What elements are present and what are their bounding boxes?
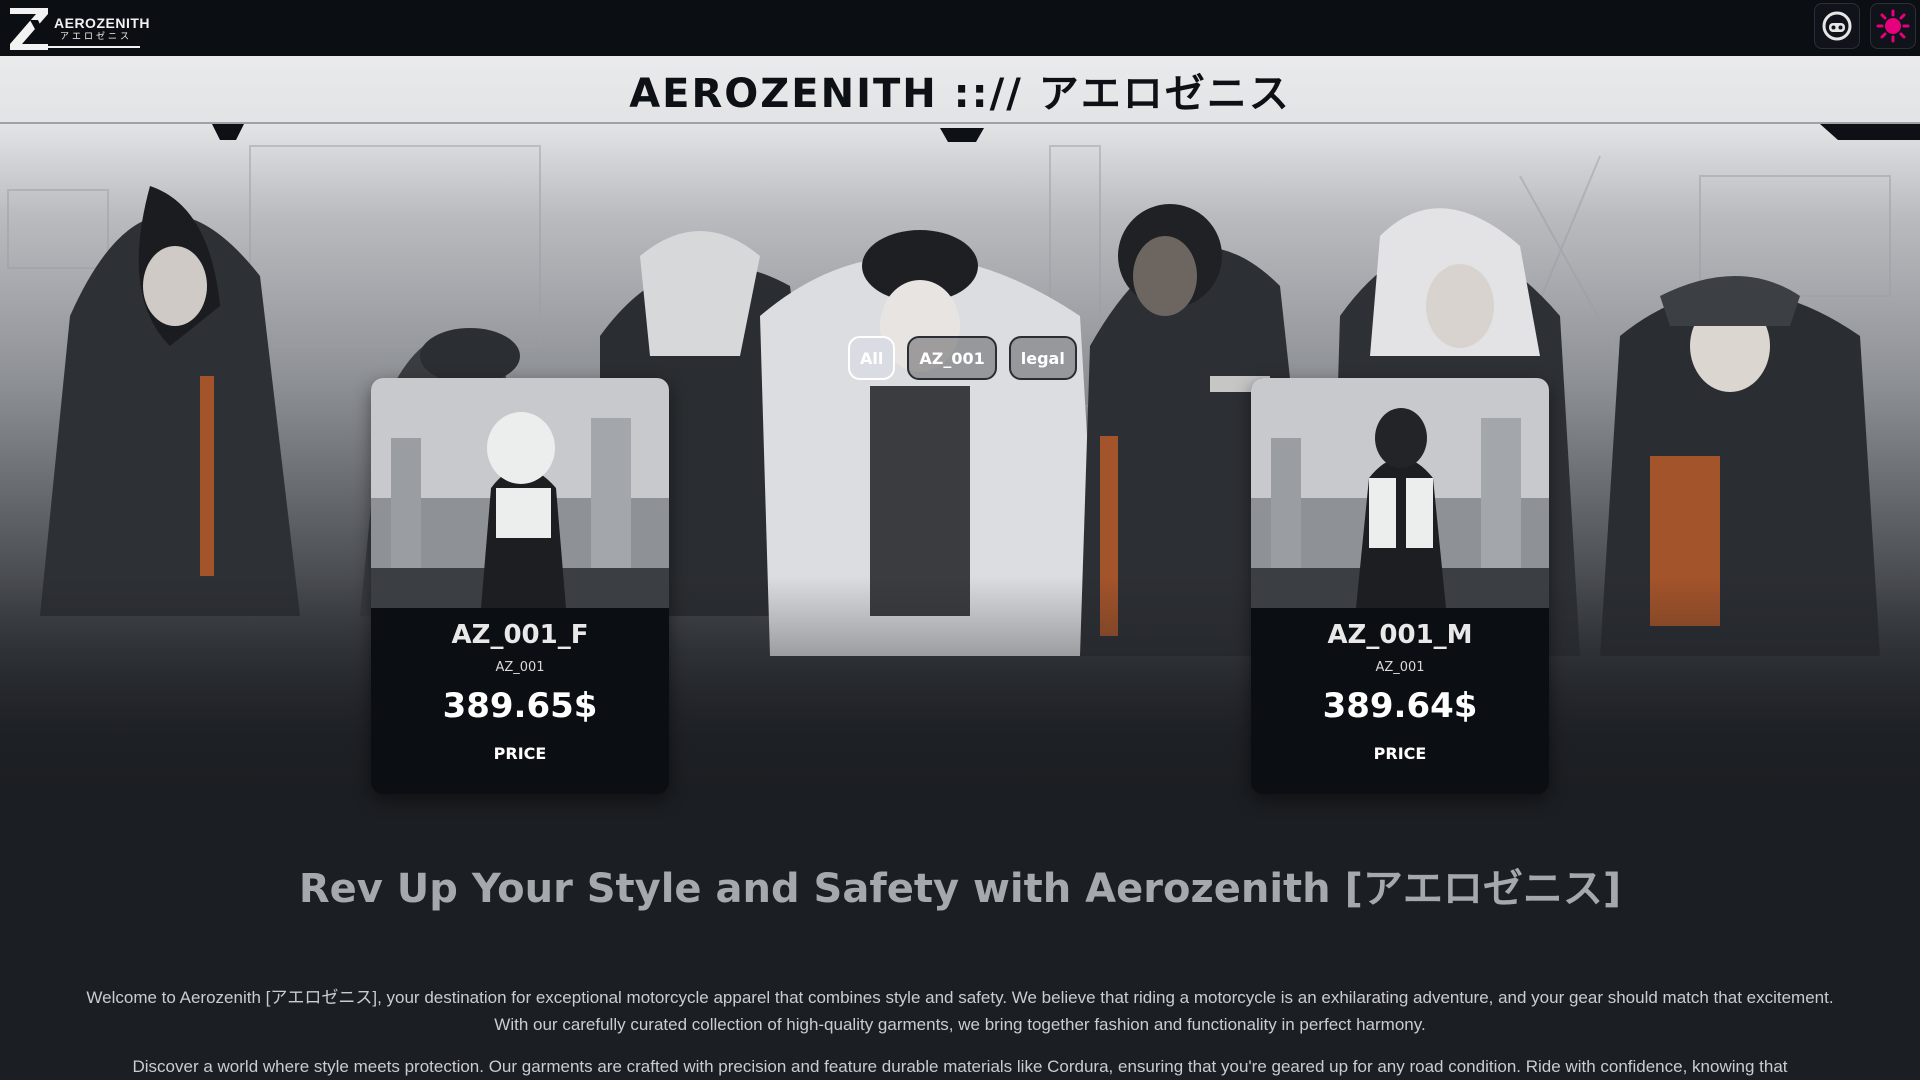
product-collection: AZ_001 (495, 660, 545, 675)
product-collection: AZ_001 (1375, 660, 1425, 675)
product-image (371, 378, 669, 608)
filter-all-button[interactable]: All (848, 336, 896, 380)
logo-katakana: アエロゼニス (60, 32, 133, 42)
filter-legal-button[interactable]: legal (1008, 336, 1077, 380)
title-divider (0, 122, 1920, 124)
product-name: AZ_001_F (451, 620, 589, 650)
product-name: AZ_001_M (1327, 620, 1473, 650)
logo-underline (12, 46, 140, 48)
hero-brand-title: AEROZENITH ::// アエロゼニス (629, 71, 1291, 117)
logo-mark-icon (10, 8, 48, 50)
robot-face-icon (1822, 11, 1852, 41)
account-button[interactable] (1814, 3, 1860, 49)
intro-paragraph-2: Discover a world where style meets prote… (132, 1057, 1788, 1076)
collection-filter-bar: All AZ_001 legal (848, 336, 1077, 384)
product-card[interactable]: AZ_001_M AZ_001 389.64$ PRICE (1251, 378, 1549, 794)
hero-illustration (0, 124, 1920, 816)
price-label: PRICE (493, 744, 547, 763)
hero-section: AEROZENITH ::// アエロゼニス All AZ_001 legal (0, 56, 1920, 816)
theme-toggle-button[interactable] (1870, 3, 1916, 49)
brand-logo[interactable]: AEROZENITH アエロゼニス (8, 4, 150, 50)
intro-paragraph: Welcome to Aerozenith [アエロゼニス], your des… (86, 988, 1834, 1034)
page-headline: Rev Up Your Style and Safety with Aeroze… (298, 866, 1622, 912)
product-image (1251, 378, 1549, 608)
product-price: 389.64$ (1322, 686, 1478, 726)
filter-az001-button[interactable]: AZ_001 (907, 336, 997, 380)
product-price: 389.65$ (442, 686, 598, 726)
sun-icon (1876, 9, 1910, 43)
logo-wordmark: AEROZENITH (54, 15, 150, 31)
product-card[interactable]: AZ_001_F AZ_001 389.65$ PRICE (371, 378, 669, 794)
top-navigation-bar: AEROZENITH アエロゼニス (0, 0, 1920, 57)
price-label: PRICE (1373, 744, 1427, 763)
